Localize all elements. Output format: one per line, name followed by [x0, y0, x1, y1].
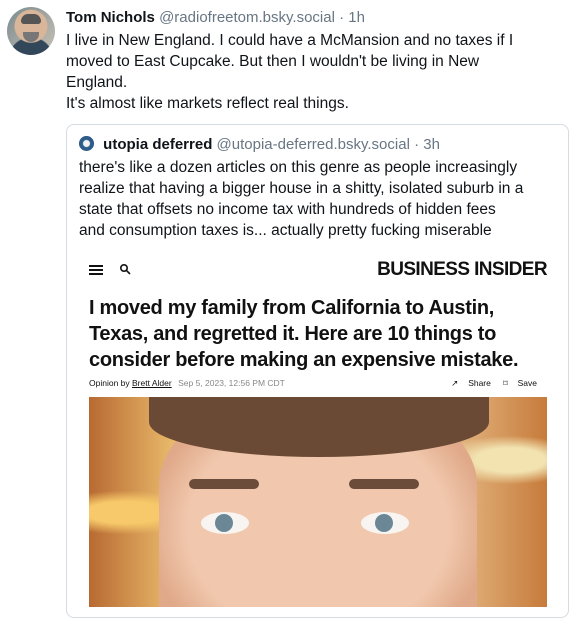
publication-logo: BUSINESS INSIDER: [377, 259, 547, 280]
byline-date: Sep 5, 2023, 12:56 PM CDT: [178, 378, 285, 388]
quote-avatar[interactable]: [79, 136, 94, 151]
quoted-post-card[interactable]: utopia deferred @utopia-deferred.bsky.so…: [66, 124, 569, 618]
quote-header: utopia deferred @utopia-deferred.bsky.so…: [79, 135, 440, 155]
avatar[interactable]: [7, 7, 55, 55]
quote-body-line: there's like a dozen articles on this ge…: [79, 159, 518, 176]
article-actions: ↗ Share ⌑ Save: [441, 377, 537, 389]
post-body: I live in New England. I could have a Mc…: [66, 30, 571, 114]
post-body-line: It's almost like markets reflect real th…: [66, 95, 349, 112]
headline-line: consider before making an expensive mist…: [89, 349, 519, 371]
article-headline: I moved my family from California to Aus…: [89, 295, 547, 373]
search-icon: [119, 263, 131, 275]
headline-line: I moved my family from California to Aus…: [89, 297, 495, 319]
byline-prefix: Opinion by: [89, 378, 130, 388]
post-body-line: I live in New England. I could have a Mc…: [66, 32, 514, 49]
save-label: Save: [517, 378, 537, 388]
quote-author-handle[interactable]: @utopia-deferred.bsky.social: [217, 136, 410, 153]
quote-body-line: realize that having a bigger house in a …: [79, 180, 524, 197]
bookmark-icon: ⌑: [503, 378, 508, 388]
quote-author-name[interactable]: utopia deferred: [103, 136, 212, 153]
left-brow: [189, 479, 259, 489]
quote-body-line: state that offsets no income tax with hu…: [79, 201, 496, 218]
post-time[interactable]: 1h: [348, 9, 365, 26]
right-eye: [361, 512, 409, 534]
article-screenshot[interactable]: BUSINESS INSIDER I moved my family from …: [89, 251, 548, 607]
article-photo: [89, 397, 547, 607]
quote-body-line: and consumption taxes is... actually pre…: [79, 222, 492, 239]
post-header: Tom Nichols @radiofreetom.bsky.social · …: [66, 8, 365, 28]
separator: ·: [414, 136, 420, 153]
quote-body: there's like a dozen articles on this ge…: [79, 157, 563, 241]
hamburger-menu-icon: [89, 265, 103, 276]
quote-time[interactable]: 3h: [423, 136, 440, 153]
avatar-beard: [23, 32, 39, 42]
article-byline: Opinion by Brett Alder Sep 5, 2023, 12:5…: [89, 377, 547, 389]
share-arrow-icon: ↗: [451, 378, 459, 388]
byline-author: Brett Alder: [132, 378, 172, 388]
avatar-hair: [21, 14, 41, 24]
headline-line: Texas, and regretted it. Here are 10 thi…: [89, 323, 497, 345]
post-body-line: England.: [66, 74, 128, 91]
post-body-line: moved to East Cupcake. But then I wouldn…: [66, 53, 480, 70]
author-name[interactable]: Tom Nichols: [66, 9, 155, 26]
right-brow: [349, 479, 419, 489]
share-label: Share: [468, 378, 491, 388]
author-handle[interactable]: @radiofreetom.bsky.social: [159, 9, 335, 26]
left-eye: [201, 512, 249, 534]
separator: ·: [339, 9, 345, 26]
